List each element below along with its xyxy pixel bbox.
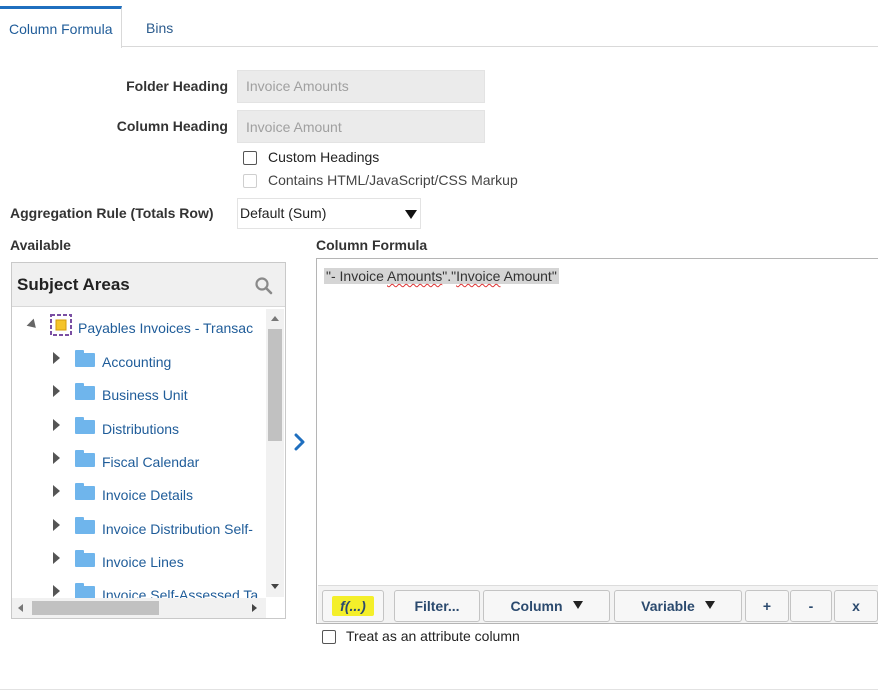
tab-bins[interactable]: Bins bbox=[138, 6, 181, 47]
vertical-scrollbar[interactable] bbox=[266, 309, 284, 597]
expand-icon[interactable] bbox=[53, 352, 60, 364]
function-button[interactable]: f(...) bbox=[322, 590, 384, 622]
tree-item[interactable]: Accounting bbox=[12, 345, 266, 378]
available-label: Available bbox=[10, 237, 71, 253]
folder-heading-field[interactable]: Invoice Amounts bbox=[237, 70, 485, 103]
scroll-up-icon[interactable] bbox=[271, 316, 279, 321]
filter-button[interactable]: Filter... bbox=[394, 590, 480, 622]
horizontal-scroll-thumb[interactable] bbox=[32, 601, 159, 615]
column-button-label: Column bbox=[510, 598, 563, 614]
subject-areas-panel: Subject Areas Payables Invoices - Transa… bbox=[11, 262, 286, 619]
scroll-down-icon[interactable] bbox=[271, 584, 279, 589]
tree-root-label[interactable]: Payables Invoices - Transac bbox=[78, 320, 253, 336]
plus-button[interactable]: + bbox=[745, 590, 789, 622]
attribute-column-label: Treat as an attribute column bbox=[346, 628, 520, 644]
folder-icon bbox=[75, 417, 95, 434]
aggregation-rule-value: Default (Sum) bbox=[240, 205, 327, 221]
expand-icon[interactable] bbox=[53, 452, 60, 464]
tree-item-label: Invoice Self-Assessed Ta bbox=[102, 587, 259, 598]
variable-button-label: Variable bbox=[641, 598, 695, 614]
folder-icon bbox=[75, 450, 95, 467]
horizontal-scrollbar[interactable] bbox=[12, 598, 266, 618]
scroll-right-icon[interactable] bbox=[252, 604, 257, 612]
formula-editor[interactable]: "- Invoice Amounts"."Invoice Amount" f(.… bbox=[316, 258, 878, 624]
search-icon[interactable] bbox=[254, 276, 274, 296]
aggregation-rule-label: Aggregation Rule (Totals Row) bbox=[10, 205, 214, 221]
expand-icon[interactable] bbox=[53, 419, 60, 431]
tab-bar: Column Formula Bins bbox=[0, 0, 878, 48]
attribute-column-checkbox[interactable] bbox=[322, 630, 336, 644]
multiply-button[interactable]: x bbox=[834, 590, 878, 622]
expand-icon[interactable] bbox=[53, 485, 60, 497]
column-formula-label: Column Formula bbox=[316, 237, 428, 253]
divider bbox=[0, 689, 878, 690]
tree-item[interactable]: Invoice Lines bbox=[12, 545, 266, 578]
formula-text: "- Invoice Amounts"."Invoice Amount" bbox=[324, 268, 559, 284]
chevron-down-icon bbox=[405, 210, 417, 219]
minus-button[interactable]: - bbox=[790, 590, 832, 622]
contains-markup-checkbox[interactable] bbox=[243, 174, 257, 188]
folder-icon bbox=[75, 550, 95, 567]
tab-column-formula[interactable]: Column Formula bbox=[0, 6, 123, 48]
tree-item-label: Distributions bbox=[102, 421, 180, 437]
move-right-icon[interactable] bbox=[293, 433, 307, 451]
tree-item-label: Business Unit bbox=[102, 387, 188, 403]
expand-icon[interactable] bbox=[53, 519, 60, 531]
formula-toolbar: f(...) Filter... Column Variable + - x bbox=[318, 585, 878, 623]
custom-headings-checkbox[interactable] bbox=[243, 151, 257, 165]
tree-item-label: Invoice Lines bbox=[102, 554, 184, 570]
custom-headings-label: Custom Headings bbox=[268, 149, 380, 165]
scroll-left-icon[interactable] bbox=[18, 604, 23, 612]
folder-icon bbox=[75, 350, 95, 367]
chevron-down-icon bbox=[704, 601, 715, 610]
tree-item[interactable]: Business Unit bbox=[12, 378, 266, 411]
aggregation-rule-select[interactable]: Default (Sum) bbox=[237, 198, 421, 229]
expand-icon[interactable] bbox=[53, 585, 60, 597]
tree-item-label: Invoice Details bbox=[102, 487, 194, 503]
tree-item[interactable]: Invoice Self-Assessed Ta bbox=[12, 578, 266, 598]
variable-button[interactable]: Variable bbox=[614, 590, 742, 622]
subject-areas-header: Subject Areas bbox=[12, 263, 285, 307]
expand-icon[interactable] bbox=[53, 552, 60, 564]
function-button-label: f(...) bbox=[332, 596, 374, 616]
tree-item[interactable]: Invoice Details bbox=[12, 478, 266, 511]
folder-icon bbox=[75, 383, 95, 400]
chevron-down-icon bbox=[572, 601, 583, 610]
expand-icon[interactable] bbox=[53, 385, 60, 397]
tree-item[interactable]: Invoice Distribution Self- bbox=[12, 512, 266, 545]
column-heading-field[interactable]: Invoice Amount bbox=[237, 110, 485, 143]
tree-item[interactable]: Fiscal Calendar bbox=[12, 445, 266, 478]
collapse-icon[interactable] bbox=[26, 318, 40, 332]
folder-icon bbox=[75, 583, 95, 598]
vertical-scroll-thumb[interactable] bbox=[268, 329, 282, 441]
tree-item-label: Invoice Distribution Self- bbox=[102, 521, 253, 537]
tree-item[interactable]: Distributions bbox=[12, 412, 266, 445]
folder-heading-label: Folder Heading bbox=[126, 78, 228, 94]
subject-areas-title: Subject Areas bbox=[17, 275, 130, 294]
tree-item-label: Fiscal Calendar bbox=[102, 454, 200, 470]
tree-item-label: Accounting bbox=[102, 354, 172, 370]
column-heading-label: Column Heading bbox=[116, 118, 228, 134]
folder-icon bbox=[75, 483, 95, 500]
subject-area-icon bbox=[50, 314, 72, 336]
folder-icon bbox=[75, 517, 95, 534]
column-button[interactable]: Column bbox=[483, 590, 610, 622]
contains-markup-label: Contains HTML/JavaScript/CSS Markup bbox=[268, 172, 518, 188]
